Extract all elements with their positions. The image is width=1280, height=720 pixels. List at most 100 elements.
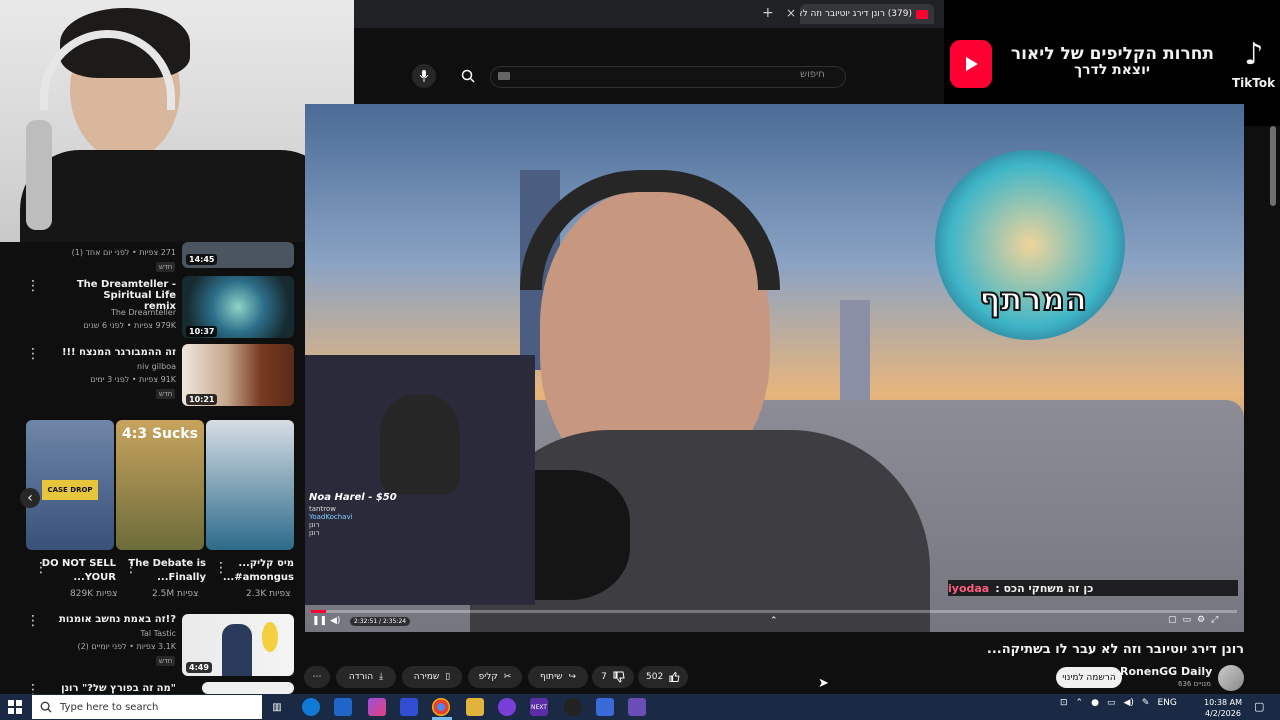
chevron-up-icon[interactable]: ⌃ (1076, 698, 1084, 708)
more-options-icon[interactable]: ⋮ (26, 613, 40, 629)
channel-avatar[interactable] (1218, 665, 1244, 691)
chat-line: YoadKochavi (309, 513, 353, 521)
voice-search-button[interactable] (412, 64, 436, 88)
tiktok-logo-icon: ♪ (1244, 36, 1264, 72)
chevron-up-icon[interactable]: ⌃ (770, 616, 778, 626)
network-icon[interactable]: ▭ (1107, 698, 1116, 708)
progress-bar-fill (311, 610, 326, 613)
inset-streamer (380, 395, 460, 495)
short-thumbnail[interactable]: 4:3 Sucks (116, 420, 204, 550)
notification-area-icon[interactable]: ⊡ (1060, 698, 1068, 708)
short-thumb-text: 4:3 Sucks (122, 426, 198, 442)
thumb-person (222, 624, 252, 676)
channel-name[interactable]: Tal Tastic (60, 629, 176, 638)
more-options-icon[interactable]: ⋮ (26, 346, 40, 362)
taskbar-clock[interactable]: 10:38 AM 4/2/2026 (1204, 697, 1242, 719)
volume-icon[interactable]: ◀) (330, 616, 340, 626)
microphone (26, 120, 52, 230)
app-icon[interactable] (628, 698, 646, 716)
search-input[interactable] (490, 66, 846, 88)
bookmark-icon: ▯ (445, 672, 451, 682)
like-button[interactable]: 502 (638, 666, 688, 688)
stream-chat-overlay: tantrow YoadKochavi רונן רונן (309, 505, 529, 585)
page-scrollbar[interactable] (1270, 126, 1276, 206)
save-label: שמירה (413, 672, 440, 682)
chat-line: רונן (309, 529, 320, 537)
microphone-icon (419, 70, 429, 82)
channel-logo-text: המרתף (978, 279, 1088, 319)
streamer-shirt (20, 150, 340, 242)
progress-bar[interactable] (311, 610, 1237, 613)
browser-tab[interactable]: (379) רונן דירג יוטיובר וזה לא (800, 4, 934, 24)
player-right-controls[interactable]: ▢▭⚙⤢ (1168, 615, 1224, 625)
search-button[interactable] (456, 64, 480, 88)
shorts-prev-button[interactable]: ‹ (20, 488, 40, 508)
like-count: 502 (646, 672, 664, 682)
windows-start-icon[interactable] (6, 698, 24, 716)
store-icon[interactable] (334, 698, 352, 716)
video-duration: 14:45 (186, 254, 218, 265)
more-actions-button[interactable]: ⋯ (304, 666, 330, 688)
photoshop-icon[interactable] (400, 698, 418, 716)
obs-icon[interactable] (498, 698, 516, 716)
channel-name[interactable]: niv gilboa (60, 362, 176, 371)
video-thumbnail[interactable] (202, 682, 294, 694)
thumbs-up-icon (669, 671, 680, 682)
video-meta: 91K צפיות • לפני 3 ימים (90, 375, 176, 384)
copilot-icon[interactable] (368, 698, 386, 716)
channel-name[interactable]: The Dreamteller (60, 308, 176, 317)
short-title[interactable]: The Debate is Finally... (126, 557, 206, 585)
subscribe-button[interactable]: הרשמה למינוי (1056, 667, 1122, 688)
download-button[interactable]: הורדה ⤓ (336, 666, 396, 688)
video-title[interactable]: זה ההמבורגר המנצח !!! (44, 347, 176, 358)
search-icon (461, 69, 475, 83)
microphone-icon[interactable]: ● (1091, 698, 1099, 708)
system-tray[interactable]: ⊡ ⌃ ● ▭ ◀) ✎ ENG (1060, 698, 1177, 708)
video-title-line: The Dreamteller - Spiritual Life (76, 279, 176, 301)
pen-icon[interactable]: ✎ (1142, 698, 1150, 708)
app-icon[interactable] (564, 698, 582, 716)
channel-name[interactable]: RonenGG Daily (1120, 665, 1212, 678)
chrome-icon[interactable] (432, 698, 450, 716)
clip-button[interactable]: קליפ ✂ (468, 666, 522, 688)
language-indicator[interactable]: ENG (1157, 698, 1176, 708)
share-button[interactable]: שיתוף ↪ (528, 666, 588, 688)
app-icon[interactable]: NEXT (530, 698, 548, 716)
more-options-icon[interactable]: ⋮ (26, 278, 40, 294)
save-button[interactable]: שמירה ▯ (402, 666, 462, 688)
chat-username: iyodaa (948, 581, 990, 595)
thumbs-down-icon (613, 671, 625, 683)
short-thumbnail[interactable]: CASE DROP (26, 420, 114, 550)
mouse-cursor-icon: ➤ (818, 676, 829, 691)
new-badge: חדש (156, 656, 176, 666)
banner-title: תחרות הקליפים של ליאור (1010, 44, 1214, 64)
edge-icon[interactable] (302, 698, 320, 716)
taskbar-search-input[interactable]: Type here to search (32, 695, 262, 719)
tab-close-button[interactable]: × (786, 6, 796, 20)
task-view-icon[interactable]: ▥ (268, 698, 286, 716)
pause-button[interactable]: ❚❚ (312, 616, 327, 626)
app-icon[interactable] (596, 698, 614, 716)
dislike-button[interactable]: 7 (592, 666, 634, 688)
banana-icon (262, 622, 278, 652)
new-badge: חדש (156, 262, 176, 272)
youtube-logo-icon (950, 40, 992, 88)
download-icon: ⤓ (379, 672, 384, 682)
youtube-favicon-icon (916, 9, 928, 19)
short-title[interactable]: מיס קליק... amongus#... (214, 557, 294, 585)
search-icon (40, 701, 52, 713)
tiktok-label: TikTok (1232, 76, 1276, 90)
chat-line: רונן (309, 521, 320, 529)
short-thumb-text: CASE DROP (42, 480, 98, 500)
file-explorer-icon[interactable] (466, 698, 484, 716)
short-title[interactable]: DO NOT SELL YOUR... (36, 557, 116, 585)
donation-alert: Noa Harel - $50 (309, 492, 397, 503)
volume-icon[interactable]: ◀) (1123, 698, 1133, 708)
share-icon: ↪ (568, 672, 577, 682)
chat-message-text: כן זה משחקי הכס : (995, 581, 1094, 595)
video-title[interactable]: ?!זה באמת נחשב אומנות (44, 614, 176, 625)
short-thumbnail[interactable] (206, 420, 294, 550)
scissors-icon: ✂ (503, 672, 512, 682)
new-tab-button[interactable]: + (762, 5, 774, 21)
notifications-icon[interactable]: ▢ (1254, 700, 1264, 713)
